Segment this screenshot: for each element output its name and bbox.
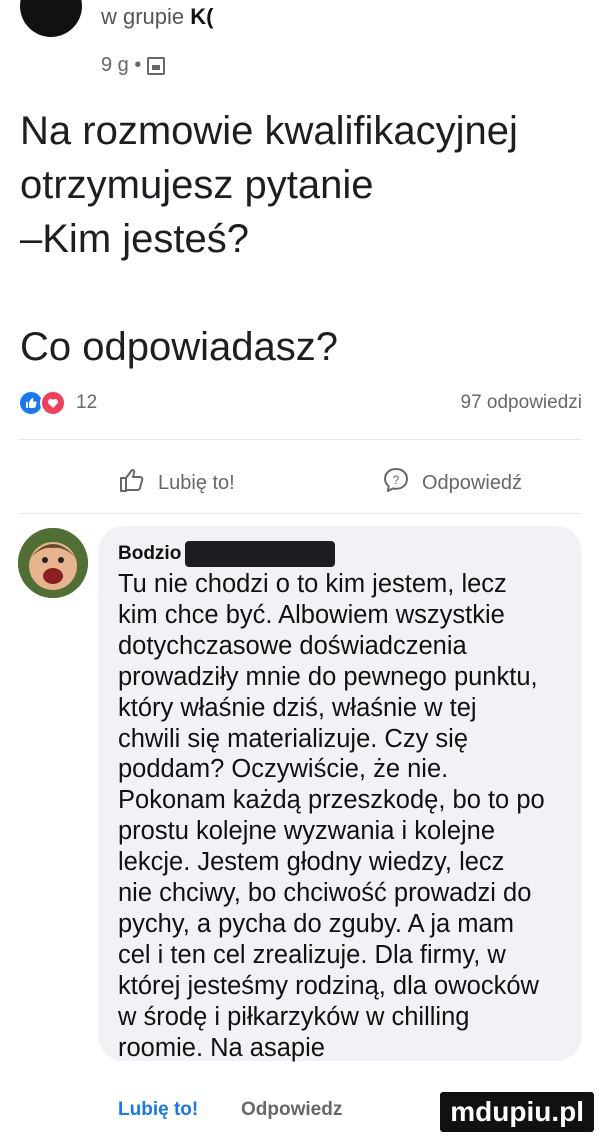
speech-bubble-icon: ?: [382, 466, 410, 500]
like-label: Lubię to!: [158, 471, 235, 494]
comment-line: dotychczasowe doświadczenia: [118, 631, 467, 660]
comment-line: w środę i piłkarzyków w chilling: [118, 1002, 470, 1031]
comment-like-button[interactable]: Lubię to!: [118, 1099, 198, 1121]
comment-author[interactable]: Bodzio: [118, 541, 336, 567]
watermark: mdupiu.pl: [440, 1092, 594, 1132]
comment-line: Pokonam każdą przeszkodę, bo to po: [118, 786, 545, 815]
reply-label: Odpowiedź: [422, 471, 523, 494]
comment-line: cel i ten cel zrealizuje. Dla firmy, w: [118, 940, 506, 969]
reactions-summary[interactable]: 12: [18, 390, 97, 416]
post-line: otrzymujesz pytanie: [20, 163, 374, 207]
comment-line: której jesteśmy rodziną, dla owocków: [118, 971, 539, 1000]
comment-line: lekcje. Jestem głodny wiedzy, lecz: [118, 848, 505, 877]
post-line: Na rozmowie kwalifikacyjnej: [20, 109, 518, 153]
heart-icon: [40, 390, 66, 416]
post-text: Na rozmowie kwalifikacyjnej otrzymujesz …: [20, 104, 590, 374]
post-line: –Kim jesteś?: [20, 217, 249, 261]
thumbs-up-outline-icon: [118, 466, 146, 500]
comment-line: prostu kolejne wyzwania i kolejne: [118, 817, 496, 846]
post-line-blank: [20, 266, 590, 320]
comment-line: pychy, a pycha do zguby. A ja mam: [118, 909, 514, 938]
group-name[interactable]: K(: [190, 4, 213, 29]
reply-count[interactable]: 97 odpowiedzi: [461, 392, 582, 414]
reaction-count: 12: [76, 392, 98, 413]
comment-line: prowadziły mnie do pewnego punktu,: [118, 662, 538, 691]
group-prefix: w grupie: [101, 4, 185, 29]
comment-line: nie chciwy, bo chciwość prowadzi do: [118, 879, 532, 908]
comment-line: roomie. Na asapie: [118, 1033, 325, 1062]
comment-line: kim chce być. Albowiem wszystkie: [118, 600, 505, 629]
comment-text: Tu nie chodzi o to kim jestem, lecz kim …: [118, 569, 570, 1064]
comment-reply-button[interactable]: Odpowiedz: [241, 1099, 342, 1121]
comment-line: który właśnie dziś, właśnie w tej: [118, 693, 477, 722]
comment-line: Tu nie chodzi o to kim jestem, lecz: [118, 570, 507, 598]
group-line: w grupie K(: [101, 4, 214, 30]
comment-line: chwili się materializuje. Czy się: [118, 724, 469, 753]
post-line: Co odpowiadasz?: [20, 325, 338, 369]
comment-author-name: Bodzio: [118, 543, 182, 564]
divider: [18, 513, 582, 514]
group-photo-icon: [147, 56, 166, 75]
comment-author-avatar[interactable]: [18, 528, 88, 598]
comment-line: poddam? Oczywiście, że nie.: [118, 755, 449, 784]
reply-button[interactable]: ? Odpowiedź: [382, 466, 522, 500]
redaction-bar: [185, 541, 336, 567]
post-meta: 9 g •: [101, 54, 166, 77]
svg-text:?: ?: [393, 473, 400, 487]
divider: [18, 439, 582, 440]
like-button[interactable]: Lubię to!: [118, 466, 235, 500]
group-avatar[interactable]: [20, 0, 82, 37]
post-time: 9 g •: [101, 54, 142, 76]
